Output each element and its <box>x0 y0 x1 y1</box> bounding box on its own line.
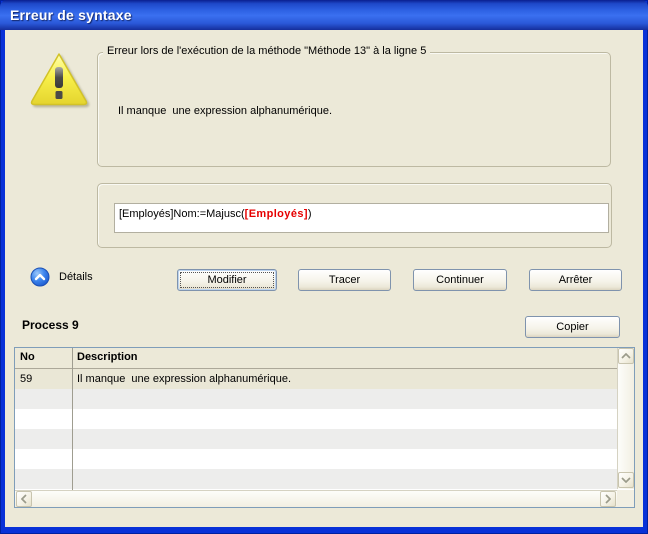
details-toggle-button[interactable] <box>30 267 50 287</box>
window-title: Erreur de syntaxe <box>10 7 132 23</box>
error-list-table: No Description 59 Il manque une expressi… <box>14 347 635 508</box>
code-text-prefix: [Employés]Nom:=Majusc( <box>119 208 245 220</box>
vertical-scrollbar[interactable] <box>617 348 634 489</box>
error-message-text: Il manque une expression alphanumérique. <box>118 105 332 117</box>
chevron-right-icon <box>605 494 611 504</box>
error-message-groupbox: Erreur lors de l'exécution de la méthode… <box>97 52 611 167</box>
table-row[interactable]: 59 Il manque une expression alphanumériq… <box>15 369 617 389</box>
dialog-content: Erreur lors de l'exécution de la méthode… <box>5 30 643 527</box>
table-row-empty <box>15 469 617 489</box>
table-row-empty <box>15 409 617 429</box>
chevron-left-icon <box>21 494 27 504</box>
error-groupbox-caption: Erreur lors de l'exécution de la méthode… <box>103 45 430 57</box>
table-row-empty <box>15 449 617 469</box>
modifier-button[interactable]: Modifier <box>177 269 277 291</box>
cell-no: 59 <box>20 373 32 385</box>
arreter-button[interactable]: Arrêter <box>529 269 622 291</box>
column-divider <box>72 348 73 490</box>
column-header-description[interactable]: Description <box>77 351 138 363</box>
code-text-suffix: ) <box>308 208 312 220</box>
horizontal-scrollbar[interactable] <box>15 490 617 507</box>
scroll-down-button[interactable] <box>618 472 634 488</box>
table-header: No Description <box>15 348 617 369</box>
code-field[interactable]: [Employés]Nom:=Majusc([Employés]) <box>114 203 609 233</box>
chevron-down-icon <box>621 477 631 483</box>
continuer-button[interactable]: Continuer <box>413 269 507 291</box>
column-header-no[interactable]: No <box>20 351 35 363</box>
chevron-up-icon <box>621 353 631 359</box>
tracer-button[interactable]: Tracer <box>298 269 391 291</box>
cell-description: Il manque une expression alphanumérique. <box>77 373 291 385</box>
code-groupbox: [Employés]Nom:=Majusc([Employés]) <box>97 183 612 248</box>
details-label: Détails <box>59 271 93 283</box>
error-dialog-window: Erreur de syntaxe Erreu <box>0 0 648 534</box>
scroll-up-button[interactable] <box>618 348 634 364</box>
process-title: Process 9 <box>22 318 79 332</box>
table-row-empty <box>15 389 617 409</box>
scroll-right-button[interactable] <box>600 491 616 507</box>
warning-icon <box>28 51 90 109</box>
copier-button[interactable]: Copier <box>525 316 620 338</box>
table-row-empty <box>15 429 617 449</box>
code-text-highlight: [Employés] <box>245 208 308 220</box>
titlebar[interactable]: Erreur de syntaxe <box>0 0 648 30</box>
scrollbar-corner <box>617 490 634 507</box>
scroll-left-button[interactable] <box>16 491 32 507</box>
